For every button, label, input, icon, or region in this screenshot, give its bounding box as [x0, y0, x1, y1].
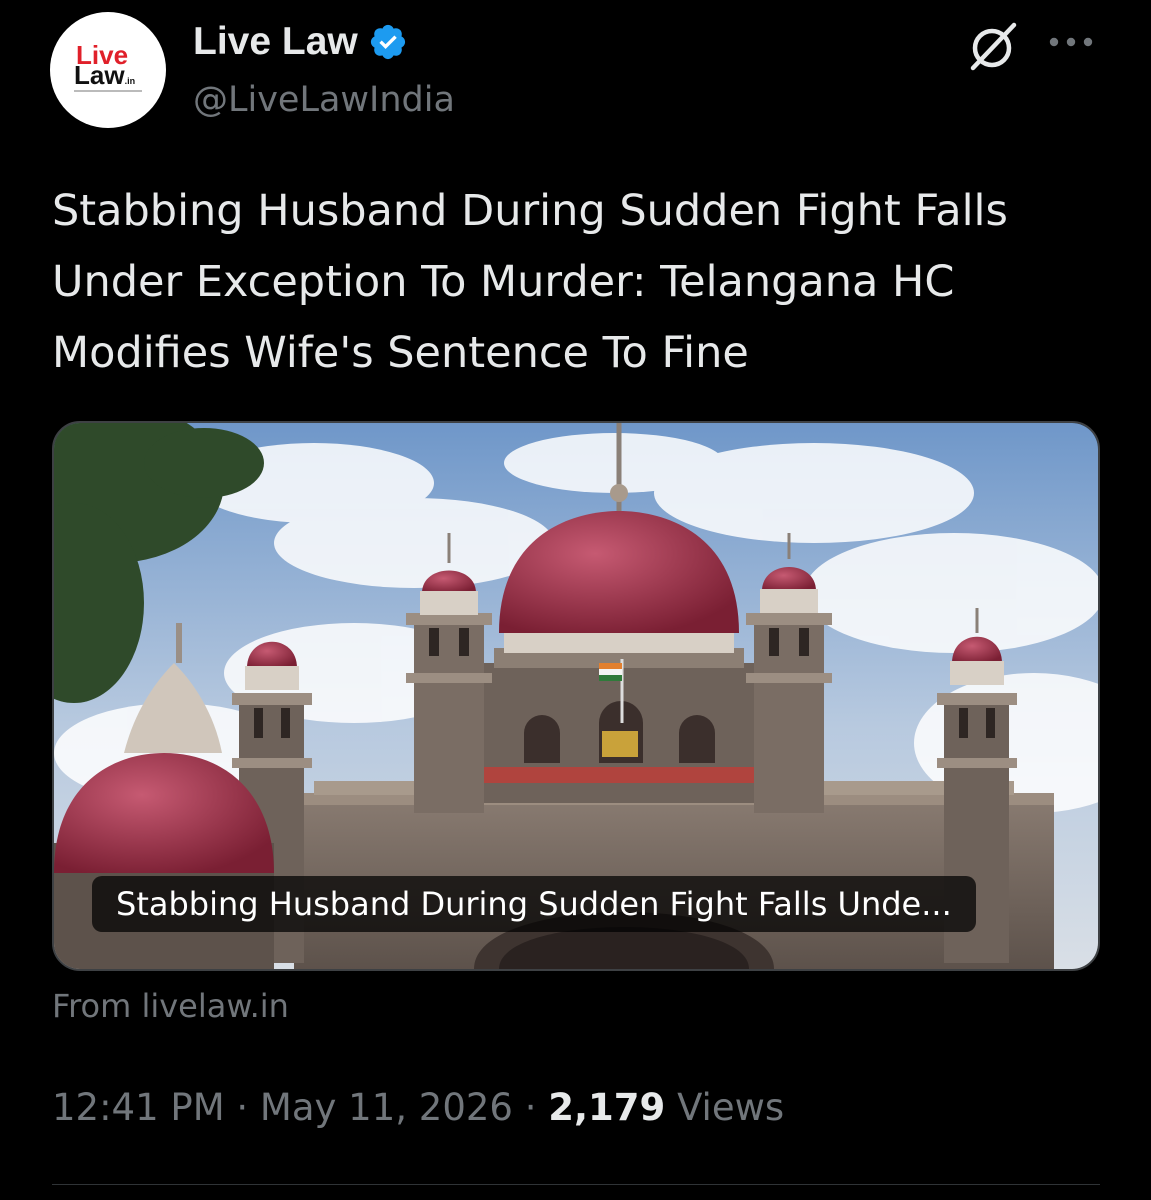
tweet-metadata: 12:41 PM · May 11, 2026 · 2,179 Views: [52, 1084, 784, 1132]
avatar-logo-line2: Law.in: [74, 62, 136, 92]
divider: [52, 1184, 1100, 1185]
link-card[interactable]: Stabbing Husband During Sudden Fight Fal…: [52, 421, 1100, 971]
tweet-date[interactable]: May 11, 2026: [260, 1086, 513, 1129]
grok-icon[interactable]: [966, 20, 1022, 72]
author-handle[interactable]: @LiveLawIndia: [193, 78, 455, 122]
tweet-time[interactable]: 12:41 PM: [52, 1086, 225, 1129]
author-name-row[interactable]: Live Law: [193, 18, 408, 66]
meta-separator-2: ·: [524, 1086, 537, 1129]
avatar[interactable]: Live Law.in: [50, 12, 166, 128]
more-icon[interactable]: [1046, 30, 1096, 54]
meta-separator: ·: [236, 1086, 249, 1129]
views-count[interactable]: 2,179: [548, 1086, 665, 1129]
avatar-logo-text: Law: [74, 60, 125, 90]
avatar-logo-tagline: [74, 90, 142, 92]
avatar-logo-suffix: .in: [124, 76, 136, 86]
views-label: Views: [677, 1086, 785, 1129]
verified-badge-icon: [370, 24, 405, 60]
link-card-source[interactable]: From livelaw.in: [52, 984, 289, 1028]
tweet-text: Stabbing Husband During Sudden Fight Fal…: [52, 186, 1008, 378]
link-card-title[interactable]: Stabbing Husband During Sudden Fight Fal…: [92, 876, 976, 932]
author-display-name[interactable]: Live Law: [193, 18, 358, 66]
